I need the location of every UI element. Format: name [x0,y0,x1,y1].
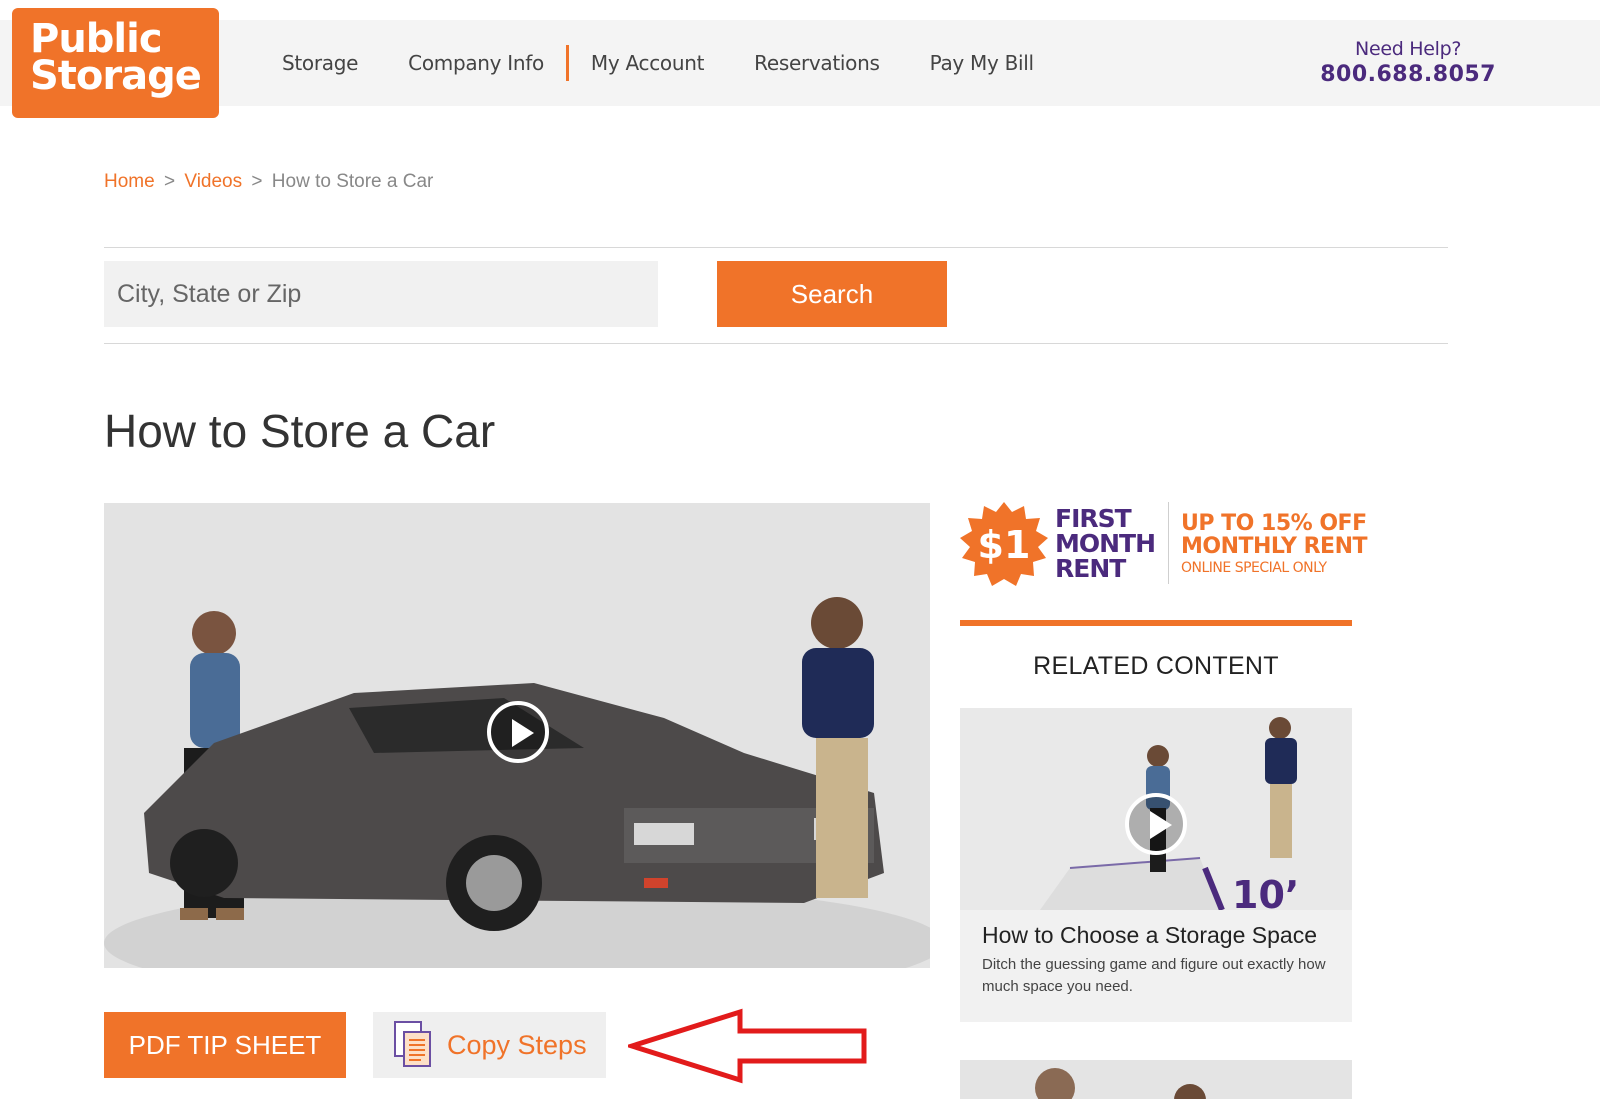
nav-reservations[interactable]: Reservations [754,51,880,75]
thumbnail-dimension-label: 10’ [1232,873,1299,910]
search-top-divider [104,247,1448,248]
search-button[interactable]: Search [717,261,947,327]
breadcrumb-current: How to Store a Car [271,171,434,192]
copy-steps-button[interactable]: Copy Steps [373,1012,606,1078]
help-label: Need Help? [1355,38,1462,60]
related-card-choose-storage[interactable]: 10’ How to Choose a Storage Space Ditch … [960,708,1352,1022]
promo-line-3: RENT [1055,554,1126,583]
play-icon[interactable] [487,701,549,763]
breadcrumb-separator: > [251,171,263,192]
nav-divider [565,45,569,81]
promo-line-2: MONTH [1055,529,1156,558]
breadcrumb: Home > Videos > How to Store a Car [104,171,433,193]
nav-company-info[interactable]: Company Info [408,51,544,75]
one-dollar-starburst-icon: $1 [960,502,1048,586]
copy-steps-label: Copy Steps [447,1029,587,1060]
nav-pay-my-bill[interactable]: Pay My Bill [930,51,1034,75]
promo-price: $1 [978,523,1031,567]
promo-line-1: FIRST [1055,504,1132,533]
related-card-description: Ditch the guessing game and figure out e… [982,956,1326,995]
breadcrumb-home[interactable]: Home [104,171,155,192]
search-input[interactable] [104,261,658,327]
search-bottom-divider [104,343,1448,344]
promo-divider [1168,502,1169,584]
breadcrumb-videos[interactable]: Videos [184,171,242,192]
video-player[interactable] [104,503,930,968]
related-card-thumbnail: 10’ [960,708,1352,910]
promo-first-month-rent: FIRST MONTH RENT [1055,504,1156,583]
promo-off-line-3: ONLINE SPECIAL ONLY [1181,560,1327,576]
main-nav: Storage Company Info My Account Reservat… [282,20,1084,106]
red-arrow-annotation [628,1008,867,1084]
pdf-tip-sheet-button[interactable]: PDF TIP SHEET [104,1012,346,1078]
promo-monthly-rent-offer: UP TO 15% OFF MONTHLY RENT ONLINE SPECIA… [1181,511,1368,578]
help-phone[interactable]: 800.688.8057 [1320,62,1496,87]
nav-storage[interactable]: Storage [282,51,358,75]
related-card-title[interactable]: How to Choose a Storage Space [982,922,1317,949]
promo-off-line-1: UP TO 15% OFF [1181,511,1367,536]
related-card-next[interactable] [960,1060,1352,1099]
page-title: How to Store a Car [104,405,496,457]
logo-line-2: Storage [30,53,202,99]
promo-off-line-2: MONTHLY RENT [1181,534,1368,559]
document-icon [394,1021,431,1067]
breadcrumb-separator: > [163,171,176,192]
play-icon[interactable] [1125,793,1187,855]
public-storage-logo[interactable]: Public Storage [12,8,219,118]
promo-bottom-bar [960,620,1352,626]
related-content-heading: RELATED CONTENT [1033,652,1279,680]
nav-my-account[interactable]: My Account [591,51,705,75]
related-card-next-thumbnail [960,1060,1352,1099]
help-contact: Need Help? 800.688.8057 [1320,38,1496,87]
